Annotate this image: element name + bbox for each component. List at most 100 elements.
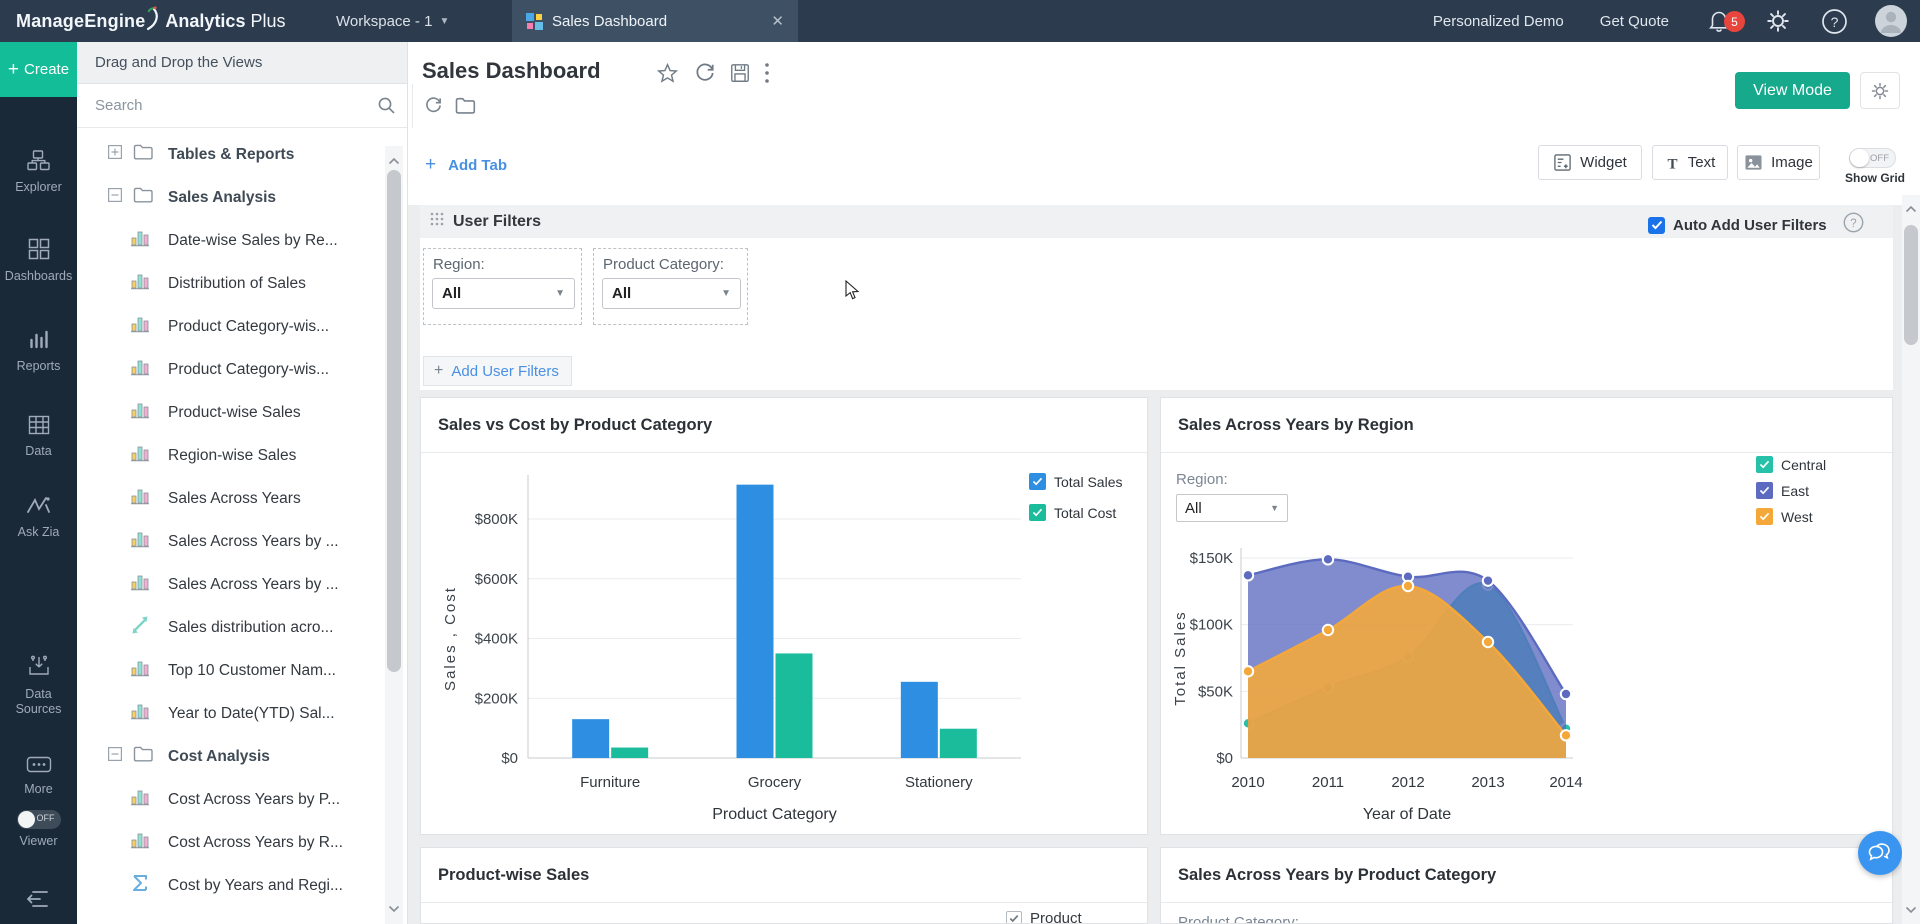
tree-view-item[interactable]: Date-wise Sales by Re... [77,219,383,262]
data-point-east[interactable] [1243,570,1253,580]
refresh-views-icon[interactable] [424,96,443,120]
filter-select[interactable]: All▼ [602,278,741,309]
bar-total-sales-furniture[interactable] [572,719,609,758]
tree-folder[interactable]: Cost Analysis [77,735,383,778]
tree-scrollbar-thumb[interactable] [387,170,401,672]
search-icon[interactable] [377,96,396,120]
legend-checkbox-partial[interactable]: Product [1006,910,1082,924]
tree-view-item[interactable]: Sales Across Years by ... [77,520,383,563]
folder-view-icon[interactable] [455,96,476,120]
tree-view-item[interactable]: Top 10 Customer Nam... [77,649,383,692]
tree-scrollbar[interactable] [385,146,403,924]
sidebar-item-dashboards[interactable]: Dashboards [0,238,77,284]
drag-handle-icon[interactable] [430,212,444,231]
data-point-east[interactable] [1483,575,1493,585]
refresh-dashboard-icon[interactable] [694,62,716,89]
tab-sales-dashboard[interactable]: Sales Dashboard ✕ [512,0,798,42]
region-filter-select[interactable]: All ▼ [1176,494,1288,522]
view-mode-button[interactable]: View Mode [1735,72,1850,109]
chat-support-button[interactable] [1858,831,1902,875]
chart-card-sales-across-years-region[interactable]: Sales Across Years by Region Region: All… [1160,397,1893,835]
chart-card-sales-vs-cost[interactable]: Sales vs Cost by Product Category $0$200… [420,397,1148,835]
settings-gear-icon[interactable] [1765,8,1791,34]
legend-item-east[interactable]: East [1756,482,1826,499]
expand-node-icon[interactable] [108,145,122,164]
help-icon[interactable]: ? [1821,8,1848,35]
more-options-kebab-icon[interactable] [764,62,770,89]
user-filter-box[interactable]: Region:All▼ [423,248,582,325]
personalized-demo-link[interactable]: Personalized Demo [1433,13,1564,30]
scroll-up-icon[interactable] [388,152,400,170]
tab-close-icon[interactable]: ✕ [771,12,784,30]
bar-total-cost-furniture[interactable] [611,748,648,758]
sidebar-item-data[interactable]: Data [0,415,77,459]
chart-card-product-wise-sales[interactable]: Product-wise Sales Product [420,847,1148,924]
add-tab-button[interactable]: + Add Tab [425,154,507,176]
tree-view-item[interactable]: Cost Across Years by P... [77,778,383,821]
tree-view-item[interactable]: Cost Across Years by R... [77,821,383,864]
legend-checkbox[interactable] [1756,456,1773,473]
tree-view-item[interactable]: Product-wise Sales [77,391,383,434]
notifications-bell-icon[interactable]: 5 [1707,8,1731,34]
add-text-button[interactable]: T Text [1652,145,1728,180]
user-filter-box[interactable]: Product Category:All▼ [593,248,748,325]
data-point-west[interactable] [1323,625,1333,635]
bar-total-sales-stationery[interactable] [901,682,938,758]
data-point-west[interactable] [1483,637,1493,647]
brand-logo[interactable]: ManageEngineAnalyticsPlus [0,6,285,37]
tree-view-item[interactable]: Sales distribution acro... [77,606,383,649]
tree-view-item[interactable]: Sales Across Years by ... [77,563,383,606]
chart-card-sales-by-product-category[interactable]: Sales Across Years by Product Category P… [1160,847,1893,924]
scroll-down-icon[interactable] [388,900,400,918]
dashboard-settings-button[interactable] [1860,72,1900,109]
bar-total-cost-stationery[interactable] [940,729,977,758]
show-grid-toggle[interactable]: OFF [1849,148,1896,168]
save-icon[interactable] [729,62,751,89]
legend-item-west[interactable]: West [1756,508,1826,525]
user-avatar[interactable] [1874,4,1908,38]
data-point-west[interactable] [1561,730,1571,740]
main-scrollbar[interactable] [1902,195,1920,924]
viewer-toggle[interactable]: OFF [17,810,61,829]
tree-view-item[interactable]: Sales Across Years [77,477,383,520]
sidebar-item-reports[interactable]: Reports [0,328,77,374]
add-user-filters-button[interactable]: + Add User Filters [423,356,572,386]
collapse-sidebar-icon[interactable] [26,888,52,915]
data-point-east[interactable] [1323,554,1333,564]
collapse-node-icon[interactable] [108,188,122,207]
sidebar-item-data-sources[interactable]: Data Sources [0,654,77,718]
search-input[interactable] [77,84,352,127]
legend-checkbox[interactable] [1756,508,1773,525]
legend-checkbox[interactable] [1756,482,1773,499]
legend-checkbox[interactable] [1029,473,1046,490]
legend-item-total-cost[interactable]: Total Cost [1029,504,1122,521]
sidebar-item-more[interactable]: More [0,756,77,797]
sidebar-item-explorer[interactable]: Explorer [0,150,77,195]
auto-add-checkbox[interactable] [1648,217,1665,234]
tree-view-item[interactable]: Distribution of Sales [77,262,383,305]
tree-view-item[interactable]: Cost by Years and Regi... [77,864,383,907]
tree-view-item[interactable]: Product Category-wis... [77,305,383,348]
data-point-west[interactable] [1403,581,1413,591]
sidebar-item-ask-zia[interactable]: Ask Zia [0,494,77,540]
legend-item-total-sales[interactable]: Total Sales [1029,473,1122,490]
workspace-selector[interactable]: Workspace - 1 ▼ [336,13,449,30]
legend-checkbox[interactable] [1029,504,1046,521]
create-button[interactable]: + Create [0,42,77,97]
main-scrollbar-thumb[interactable] [1904,225,1918,345]
add-widget-button[interactable]: Widget [1538,145,1642,180]
tree-view-item[interactable]: Region-wise Sales [77,434,383,477]
bar-total-sales-grocery[interactable] [737,485,774,758]
collapse-node-icon[interactable] [108,747,122,766]
favorite-star-icon[interactable] [656,62,679,90]
data-point-east[interactable] [1561,689,1571,699]
scroll-down-icon[interactable] [1905,901,1917,919]
help-circle-icon[interactable]: ? [1843,212,1864,238]
filter-select[interactable]: All▼ [432,278,575,309]
tree-view-item[interactable]: Year to Date(YTD) Sal... [77,692,383,735]
bar-total-cost-grocery[interactable] [776,653,813,758]
add-image-button[interactable]: Image [1737,145,1820,180]
get-quote-link[interactable]: Get Quote [1600,13,1669,30]
tree-folder[interactable]: Tables & Reports [77,133,383,176]
scroll-up-icon[interactable] [1905,200,1917,218]
